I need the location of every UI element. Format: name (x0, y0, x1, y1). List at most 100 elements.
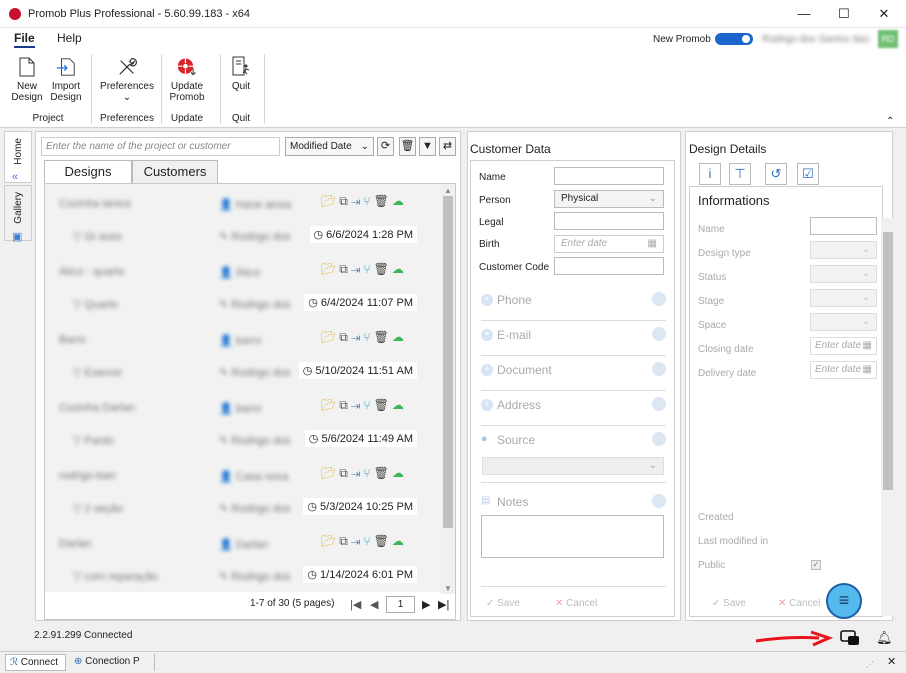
phone-section[interactable]: Phone (497, 293, 532, 307)
sort-select[interactable]: Modified Date ⌄ (285, 137, 374, 156)
scroll-up-icon[interactable]: ▲ (444, 186, 452, 195)
details-scroll-thumb[interactable] (883, 232, 893, 490)
quit-button[interactable]: Quit (226, 56, 256, 92)
table-row[interactable]: Cozinha lanice 👤 Hane ainsa ▽ Gi aves ✎ Rod… (45, 184, 443, 252)
trash-icon[interactable]: 🗑︎ (374, 194, 392, 208)
menu-file[interactable]: File (14, 31, 35, 48)
name-field[interactable] (810, 217, 877, 235)
folder-icon[interactable]: 📂︎ (321, 398, 339, 412)
cloud-icon[interactable]: ☁ (392, 466, 407, 480)
new-design-button[interactable]: New Design (10, 56, 44, 103)
share-icon[interactable]: ⑂ (363, 262, 373, 276)
person-select[interactable]: Physical ⌄ (554, 190, 664, 208)
copy-icon[interactable]: ⧉ (339, 330, 351, 344)
scroll-down-icon[interactable]: ▼ (444, 584, 452, 593)
add-email-icon[interactable]: + (481, 329, 493, 341)
copy-icon[interactable]: ⧉ (339, 534, 351, 548)
connect-button[interactable]: ℛ Connect (5, 654, 66, 671)
tab-gallery[interactable]: Gallery ▣ (4, 185, 32, 243)
folder-icon[interactable]: 📂︎ (321, 466, 339, 480)
tab-designs[interactable]: Designs (44, 160, 132, 184)
closing-date-field[interactable]: Enter date ▦ (810, 337, 877, 355)
email-section[interactable]: E-mail (497, 328, 531, 342)
refresh-button[interactable]: ⟳ (377, 137, 394, 156)
collapse-icon[interactable] (652, 292, 666, 306)
trash-icon[interactable]: 🗑︎ (374, 262, 392, 276)
source-section[interactable]: Source (497, 433, 535, 447)
maximize-button[interactable]: ☐ (826, 4, 862, 24)
cloud-icon[interactable]: ☁ (392, 534, 407, 548)
collapse-icon[interactable] (652, 327, 666, 341)
add-document-icon[interactable]: + (481, 364, 493, 376)
share-icon[interactable]: ⑂ (363, 330, 373, 344)
add-address-icon[interactable]: + (481, 399, 493, 411)
tree-tab-icon[interactable]: ⊤ (729, 163, 751, 185)
details-save-button[interactable]: ✓ Save (712, 598, 746, 609)
table-row[interactable]: rodrigo-barr 👤 Casa nova ▽ 2 seção ✎ Rodrig… (45, 456, 443, 524)
share-icon[interactable]: ⑂ (363, 534, 373, 548)
resize-grip-icon[interactable]: ⋰ (866, 660, 874, 669)
delete-button[interactable]: 🗑 (399, 137, 416, 156)
next-page-icon[interactable]: ▶ (422, 598, 430, 611)
folder-icon[interactable]: 📂︎ (321, 330, 339, 344)
details-cancel-button[interactable]: ✕ Cancel (778, 598, 820, 609)
checklist-tab-icon[interactable]: ☑ (797, 163, 819, 185)
export-icon[interactable]: ⇥ (351, 194, 364, 208)
connection-tab[interactable]: ⊕ Conection P (70, 654, 154, 671)
collapse-icon[interactable] (652, 397, 666, 411)
folder-icon[interactable]: 📂︎ (321, 262, 339, 276)
address-section[interactable]: Address (497, 398, 541, 412)
cloud-icon[interactable]: ☁ (392, 194, 407, 208)
close-button[interactable]: ✕ (866, 4, 902, 24)
birth-date-field[interactable]: Enter date ▦ (554, 235, 664, 253)
bell-icon[interactable]: 🔔︎ (876, 630, 893, 646)
update-promob-button[interactable]: Update Promob (166, 56, 208, 103)
copy-icon[interactable]: ⧉ (339, 398, 351, 412)
cloud-icon[interactable]: ☁ (392, 398, 407, 412)
first-page-icon[interactable]: |◀ (350, 598, 361, 611)
tab-customers[interactable]: Customers (132, 160, 218, 183)
table-row[interactable]: Darlan 👤 Darlan ▽ com reparação ✎ Rodrigo d… (45, 524, 443, 592)
notes-textarea[interactable] (481, 515, 664, 558)
filter-button[interactable]: ▼ (419, 137, 436, 156)
import-design-button[interactable]: Import Design (48, 56, 84, 103)
minimize-button[interactable]: — (786, 4, 822, 24)
status-select[interactable]: ⌄ (810, 265, 877, 283)
share-icon[interactable]: ⑂ (363, 194, 373, 208)
trash-icon[interactable]: 🗑︎ (374, 466, 392, 480)
stage-select[interactable]: ⌄ (810, 289, 877, 307)
export-icon[interactable]: ⇥ (351, 262, 364, 276)
customer-save-button[interactable]: ✓ Save (486, 598, 520, 609)
export-icon[interactable]: ⇥ (351, 330, 364, 344)
calendar-icon[interactable]: ▦ (863, 364, 872, 375)
swap-button[interactable]: ⇄ (439, 137, 456, 156)
copy-icon[interactable]: ⧉ (339, 262, 351, 276)
collapse-icon[interactable] (652, 494, 666, 508)
legal-field[interactable] (554, 212, 664, 230)
cloud-icon[interactable]: ☁ (392, 262, 407, 276)
design-type-select[interactable]: ⌄ (810, 241, 877, 259)
export-icon[interactable]: ⇥ (351, 398, 364, 412)
trash-icon[interactable]: 🗑︎ (374, 398, 392, 412)
customer-cancel-button[interactable]: ✕ Cancel (555, 598, 597, 609)
share-icon[interactable]: ⑂ (363, 398, 373, 412)
collapse-icon[interactable] (652, 362, 666, 376)
collapse-icon[interactable] (652, 432, 666, 446)
trash-icon[interactable]: 🗑︎ (374, 534, 392, 548)
page-input[interactable]: 1 (386, 596, 415, 613)
list-scroll-thumb[interactable] (443, 196, 453, 528)
space-select[interactable]: ⌄ (810, 313, 877, 331)
search-input[interactable]: Enter the name of the project or custome… (41, 137, 280, 156)
tab-home[interactable]: Home « (4, 131, 32, 183)
preferences-button[interactable]: Preferences ⌄ (98, 56, 156, 103)
customer-name-field[interactable] (554, 167, 664, 185)
last-page-icon[interactable]: ▶| (438, 598, 449, 611)
table-row[interactable]: Barro 👤 barro ▽ Exercer ✎ Rodrigo dos 📂︎⧉⇥⑂🗑… (45, 320, 443, 388)
delivery-date-field[interactable]: Enter date ▦ (810, 361, 877, 379)
copy-icon[interactable]: ⧉ (339, 466, 351, 480)
info-tab-icon[interactable]: i (699, 163, 721, 185)
copy-icon[interactable]: ⧉ (339, 194, 351, 208)
trash-icon[interactable]: 🗑︎ (374, 330, 392, 344)
source-select[interactable]: ⌄ (482, 457, 664, 475)
share-icon[interactable]: ⑂ (363, 466, 373, 480)
